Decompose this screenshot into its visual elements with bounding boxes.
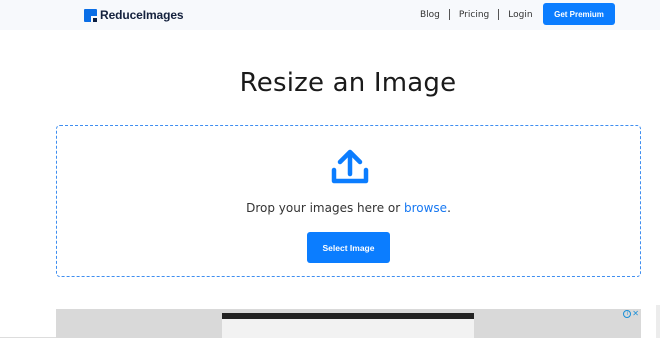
logo[interactable]: ReduceImages: [84, 8, 184, 22]
image-dropzone[interactable]: Drop your images here or browse. Select …: [56, 125, 641, 277]
nav-divider: [448, 9, 450, 20]
nav-link-pricing[interactable]: Pricing: [459, 10, 489, 20]
upload-icon: [331, 149, 369, 184]
ad-choices-badge[interactable]: i ✕: [623, 310, 639, 318]
get-premium-button[interactable]: Get Premium: [543, 3, 615, 25]
browse-link[interactable]: browse: [404, 201, 447, 215]
main-nav: Blog Pricing Login: [420, 9, 533, 20]
drop-text-suffix: .: [447, 201, 451, 215]
scrollbar[interactable]: [656, 305, 660, 338]
drop-instructions: Drop your images here or browse.: [57, 201, 640, 215]
nav-link-login[interactable]: Login: [508, 10, 532, 20]
advertisement-banner[interactable]: i ✕: [56, 309, 641, 338]
page-title: Resize an Image: [239, 68, 457, 98]
ad-info-icon[interactable]: i: [623, 310, 632, 318]
logo-text: ReduceImages: [100, 8, 184, 22]
nav-link-blog[interactable]: Blog: [420, 10, 440, 20]
logo-icon: [84, 8, 97, 22]
select-image-button[interactable]: Select Image: [307, 232, 390, 263]
drop-text-prefix: Drop your images here or: [246, 201, 404, 215]
ad-image: [222, 313, 474, 338]
nav-divider: [498, 9, 500, 20]
top-header: ReduceImages Blog Pricing Login Get Prem…: [0, 0, 660, 30]
ad-close-icon[interactable]: ✕: [632, 310, 639, 318]
